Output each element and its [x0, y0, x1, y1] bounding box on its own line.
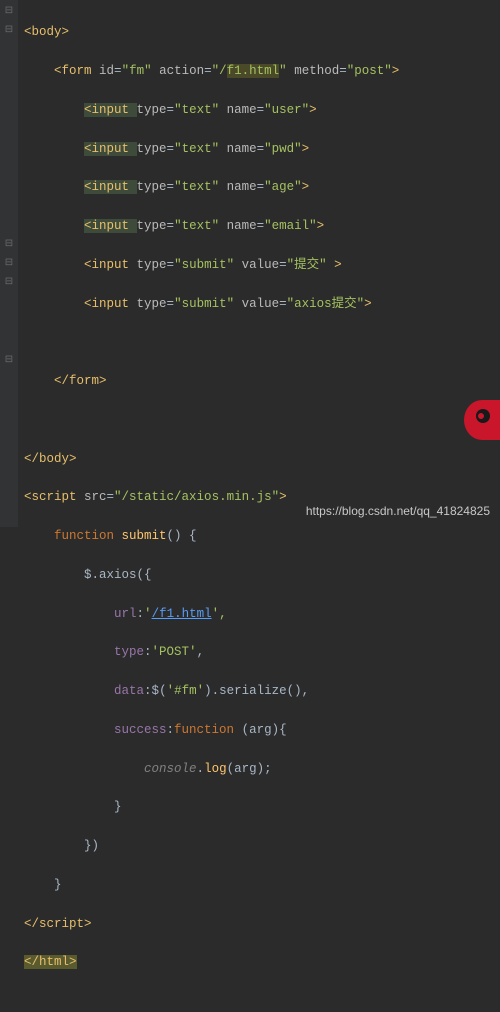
fold-icon[interactable]: ⊟: [0, 275, 18, 294]
code-line: <input type="text" name="age">: [24, 178, 399, 197]
code-line: console.log(arg);: [24, 760, 399, 779]
code-line: <input type="text" name="pwd">: [24, 140, 399, 159]
code-line: }: [24, 798, 399, 817]
fold-icon[interactable]: ⊟: [0, 23, 18, 42]
code-line: </html>: [24, 953, 399, 972]
code-line: }: [24, 876, 399, 895]
code-line: <input type="submit" value="提交" >: [24, 256, 399, 275]
code-line: [24, 333, 399, 352]
code-line: success:function (arg){: [24, 721, 399, 740]
code-line: <form id="fm" action="/f1.html" method="…: [24, 62, 399, 81]
code-line: $.axios({: [24, 566, 399, 585]
code-line: </form>: [24, 372, 399, 391]
fold-icon[interactable]: ⊟: [0, 256, 18, 275]
code-line: <input type="submit" value="axios提交">: [24, 295, 399, 314]
fold-gutter: ⊟ ⊟ ⊟ ⊟ ⊟ ⊟: [0, 0, 18, 527]
code-line: data:$('#fm').serialize(),: [24, 682, 399, 701]
code-line: }): [24, 837, 399, 856]
code-line: </body>: [24, 450, 399, 469]
code-line: <body>: [24, 23, 399, 42]
code-line: type:'POST',: [24, 643, 399, 662]
code-line: </script>: [24, 915, 399, 934]
fold-icon[interactable]: ⊟: [0, 237, 18, 256]
fold-icon[interactable]: ⊟: [0, 353, 18, 372]
code-line: [24, 411, 399, 430]
code-editor[interactable]: ⊟ ⊟ ⊟ ⊟ ⊟ ⊟ <body> <form id="fm" action=…: [0, 0, 500, 527]
code-line: <input type="text" name="user">: [24, 101, 399, 120]
csdn-logo-icon: [464, 400, 500, 440]
code-area[interactable]: <body> <form id="fm" action="/f1.html" m…: [18, 0, 399, 527]
fold-icon[interactable]: ⊟: [0, 4, 18, 23]
code-line: <input type="text" name="email">: [24, 217, 399, 236]
code-line: url:'/f1.html',: [24, 605, 399, 624]
watermark-url: https://blog.csdn.net/qq_41824825: [306, 502, 490, 521]
code-line: function submit() {: [24, 527, 399, 546]
